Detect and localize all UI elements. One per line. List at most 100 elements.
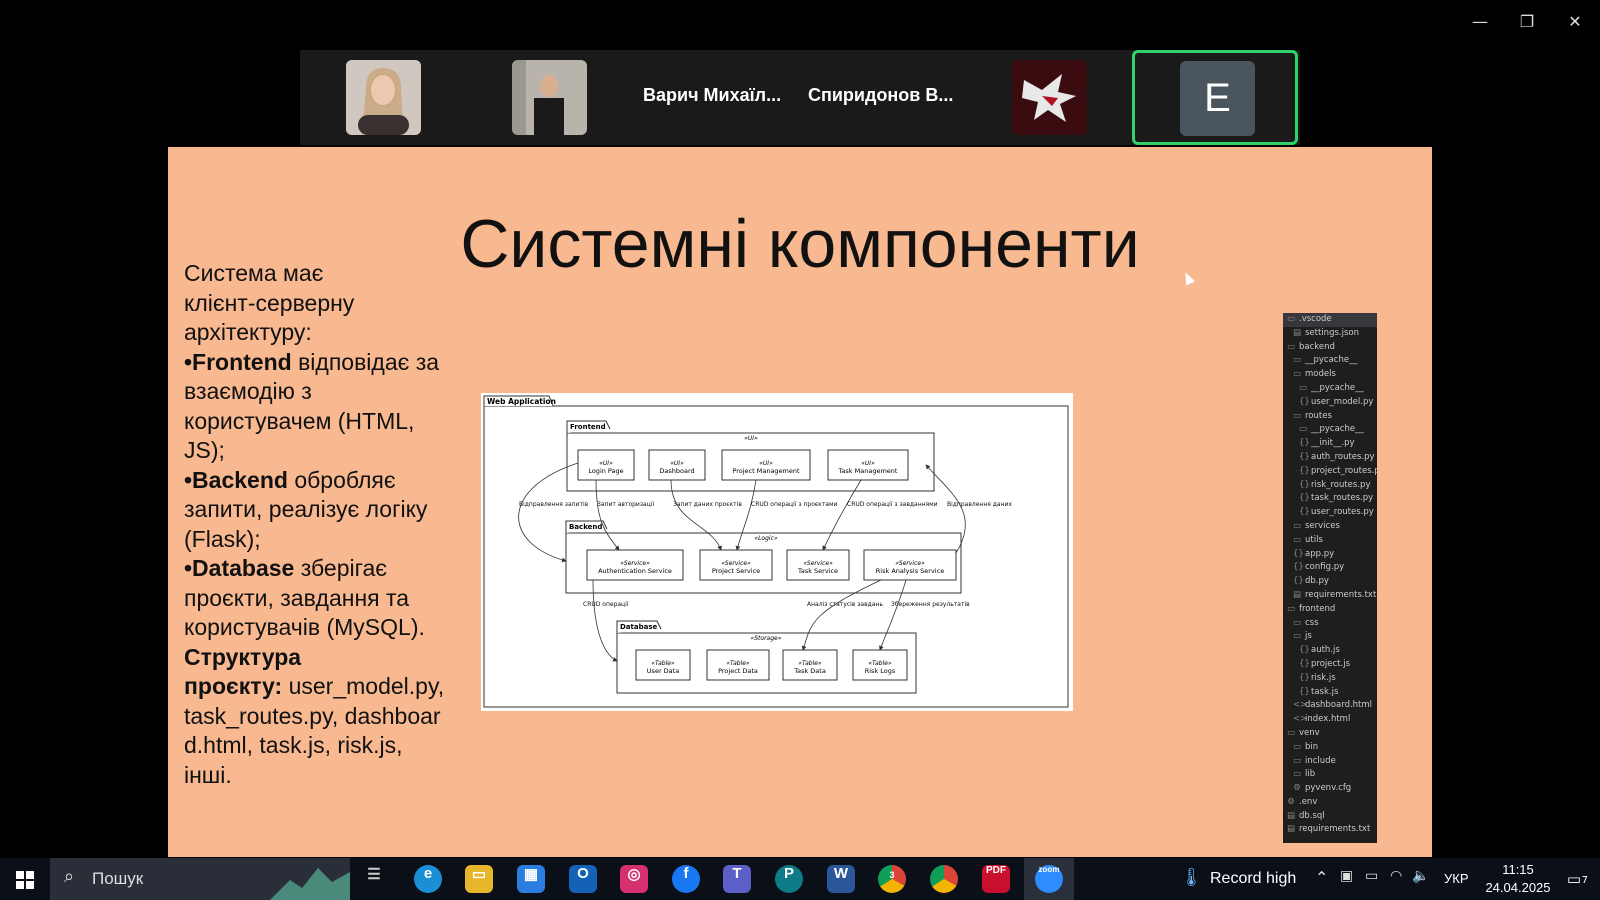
microsoft-store-icon[interactable]: ▦: [517, 865, 545, 893]
notifications-icon[interactable]: ▭ 7: [1562, 867, 1588, 891]
file-explorer-icon[interactable]: ▭: [465, 865, 493, 893]
file-type-icon: {}: [1299, 479, 1310, 490]
task-view-icon[interactable]: ☰: [360, 865, 388, 893]
svg-text:CRUD операції з проєктами: CRUD операції з проєктами: [751, 501, 837, 508]
body-line: архітектуру:: [184, 319, 312, 345]
body-line: взаємодію з: [184, 378, 312, 404]
file-tree-item: {}user_routes.py: [1283, 506, 1377, 520]
svg-text:CRUD операції: CRUD операції: [583, 601, 629, 608]
svg-text:Аналіз статусів завдань: Аналіз статусів завдань: [807, 601, 883, 608]
clock[interactable]: 11:15 24.04.2025: [1478, 861, 1558, 897]
minimize-button[interactable]: —: [1460, 10, 1500, 34]
file-tree-label: js: [1305, 631, 1312, 642]
file-tree-item: ▭ backend: [1283, 341, 1377, 355]
file-tree-item: ▭ css: [1283, 617, 1377, 631]
bullet-database: •Database зберігає: [184, 555, 388, 581]
svg-text:Login Page: Login Page: [588, 467, 623, 475]
file-tree-item: {}auth_routes.py: [1283, 451, 1377, 465]
structure-heading: Структура: [184, 643, 302, 670]
wolf-logo-icon: [1012, 60, 1087, 135]
body-line: клієнт-серверну: [184, 289, 355, 316]
file-tree-item: <>index.html: [1283, 713, 1377, 727]
file-tree-label: requirements.txt: [1305, 589, 1377, 600]
ui-components: «UI»Login Page «UI»Dashboard «UI»Project…: [577, 449, 909, 481]
svg-text:User Data: User Data: [647, 667, 679, 675]
file-type-icon: ▭: [1293, 410, 1302, 421]
file-tree-label: __pycache__: [1305, 355, 1358, 366]
edge-browser-icon[interactable]: e: [414, 865, 442, 893]
file-tree-label: venv: [1299, 727, 1320, 738]
file-tree-label: project.js: [1311, 658, 1350, 669]
wifi-icon[interactable]: ◠: [1390, 868, 1402, 884]
chrome-icon[interactable]: 3: [878, 865, 906, 893]
clock-date: 24.04.2025: [1485, 880, 1551, 895]
file-tree-label: project_routes.py: [1311, 465, 1377, 476]
body-line: (Flask);: [184, 525, 261, 552]
svg-text:«Table»: «Table»: [798, 660, 822, 667]
file-type-icon: {}: [1299, 396, 1310, 407]
pearson-icon[interactable]: P: [775, 865, 803, 893]
file-tree-label: user_routes.py: [1311, 507, 1374, 518]
file-tree-label: auth.js: [1311, 645, 1340, 656]
participant-video-woman[interactable]: [346, 60, 421, 135]
shared-slide: Системні компоненти Система має клієнт-с…: [168, 147, 1432, 857]
file-type-icon: <>: [1293, 700, 1308, 711]
service-components: «Service»Authentication Service «Service…: [586, 549, 957, 581]
language-indicator[interactable]: УКР: [1444, 871, 1469, 886]
file-tree-label: settings.json: [1305, 327, 1359, 338]
file-type-icon: <>: [1293, 714, 1308, 725]
taskbar-search-box[interactable]: ⌕ Пошук: [50, 858, 350, 900]
file-tree-item: ⚙ pyvenv.cfg: [1283, 782, 1377, 796]
search-landscape-icon: [270, 868, 350, 900]
file-type-icon: ▭: [1293, 631, 1302, 642]
participant-name-1[interactable]: Варич Михаїл...: [643, 85, 781, 106]
file-tree-item: {}project_routes.py: [1283, 465, 1377, 479]
weather-status[interactable]: Record high: [1210, 870, 1296, 888]
zoom-app-active[interactable]: zoom: [1024, 858, 1074, 900]
file-tree-item: {}project.js: [1283, 658, 1377, 672]
participant-video-man[interactable]: [512, 60, 587, 135]
file-type-icon: ▤: [1287, 810, 1296, 821]
file-type-icon: ▭: [1287, 727, 1296, 738]
windows-start-icon[interactable]: [16, 871, 34, 889]
file-type-icon: ▤: [1293, 327, 1302, 338]
svg-text:Project Service: Project Service: [712, 567, 760, 575]
instagram-icon[interactable]: ◎: [620, 865, 648, 893]
file-type-icon: {}: [1293, 576, 1304, 587]
file-tree-label: requirements.txt: [1299, 824, 1371, 835]
facebook-icon[interactable]: f: [672, 865, 700, 893]
file-tree-item: ▤ requirements.txt: [1283, 589, 1377, 603]
search-icon: ⌕: [64, 866, 75, 887]
device-icon[interactable]: ▣: [1340, 868, 1353, 884]
file-tree-label: app.py: [1305, 548, 1335, 559]
chrome-profile-icon[interactable]: [930, 865, 958, 893]
taskbar: ⌕ Пошук ☰ e ▭ ▦ O ◎ f T P W 3 PDF zoom 🌡…: [0, 858, 1600, 900]
body-line: користувачем (HTML,: [184, 407, 415, 434]
word-icon[interactable]: W: [827, 865, 855, 893]
pdf-editor-icon[interactable]: PDF: [982, 865, 1010, 893]
file-tree-item: {}auth.js: [1283, 644, 1377, 658]
volume-icon[interactable]: 🔈: [1412, 868, 1429, 884]
svg-text:Запит даних проєктів: Запит даних проєктів: [673, 501, 742, 508]
participant-name-2[interactable]: Спиридонов В...: [808, 85, 953, 106]
participant-active-tile[interactable]: E: [1132, 50, 1298, 145]
file-tree-item: ▭ routes: [1283, 410, 1377, 424]
file-type-icon: ▭: [1293, 769, 1302, 780]
architecture-diagram: Web Application Frontend «UI» «UI» Login …: [481, 393, 1073, 711]
file-tree-label: __init__.py: [1311, 438, 1355, 449]
teams-icon[interactable]: T: [723, 865, 751, 893]
svg-text:«Service»: «Service»: [895, 560, 925, 567]
search-placeholder: Пошук: [92, 869, 144, 888]
slide-body: Система має клієнт-серверну архітектуру:…: [184, 259, 484, 790]
battery-icon[interactable]: ▭: [1365, 868, 1378, 884]
participant-wolf-avatar[interactable]: [1012, 60, 1087, 135]
file-tree-label: task_routes.py: [1311, 493, 1374, 504]
file-type-icon: {}: [1299, 645, 1310, 656]
zoom-icon: zoom: [1035, 865, 1063, 893]
outlook-icon[interactable]: O: [569, 865, 597, 893]
svg-text:«Service»: «Service»: [721, 560, 751, 567]
close-button[interactable]: ✕: [1555, 10, 1595, 34]
restore-button[interactable]: ❐: [1507, 10, 1547, 34]
chevron-up-icon[interactable]: ⌃: [1315, 868, 1328, 887]
file-tree-label: db.sql: [1299, 810, 1325, 821]
